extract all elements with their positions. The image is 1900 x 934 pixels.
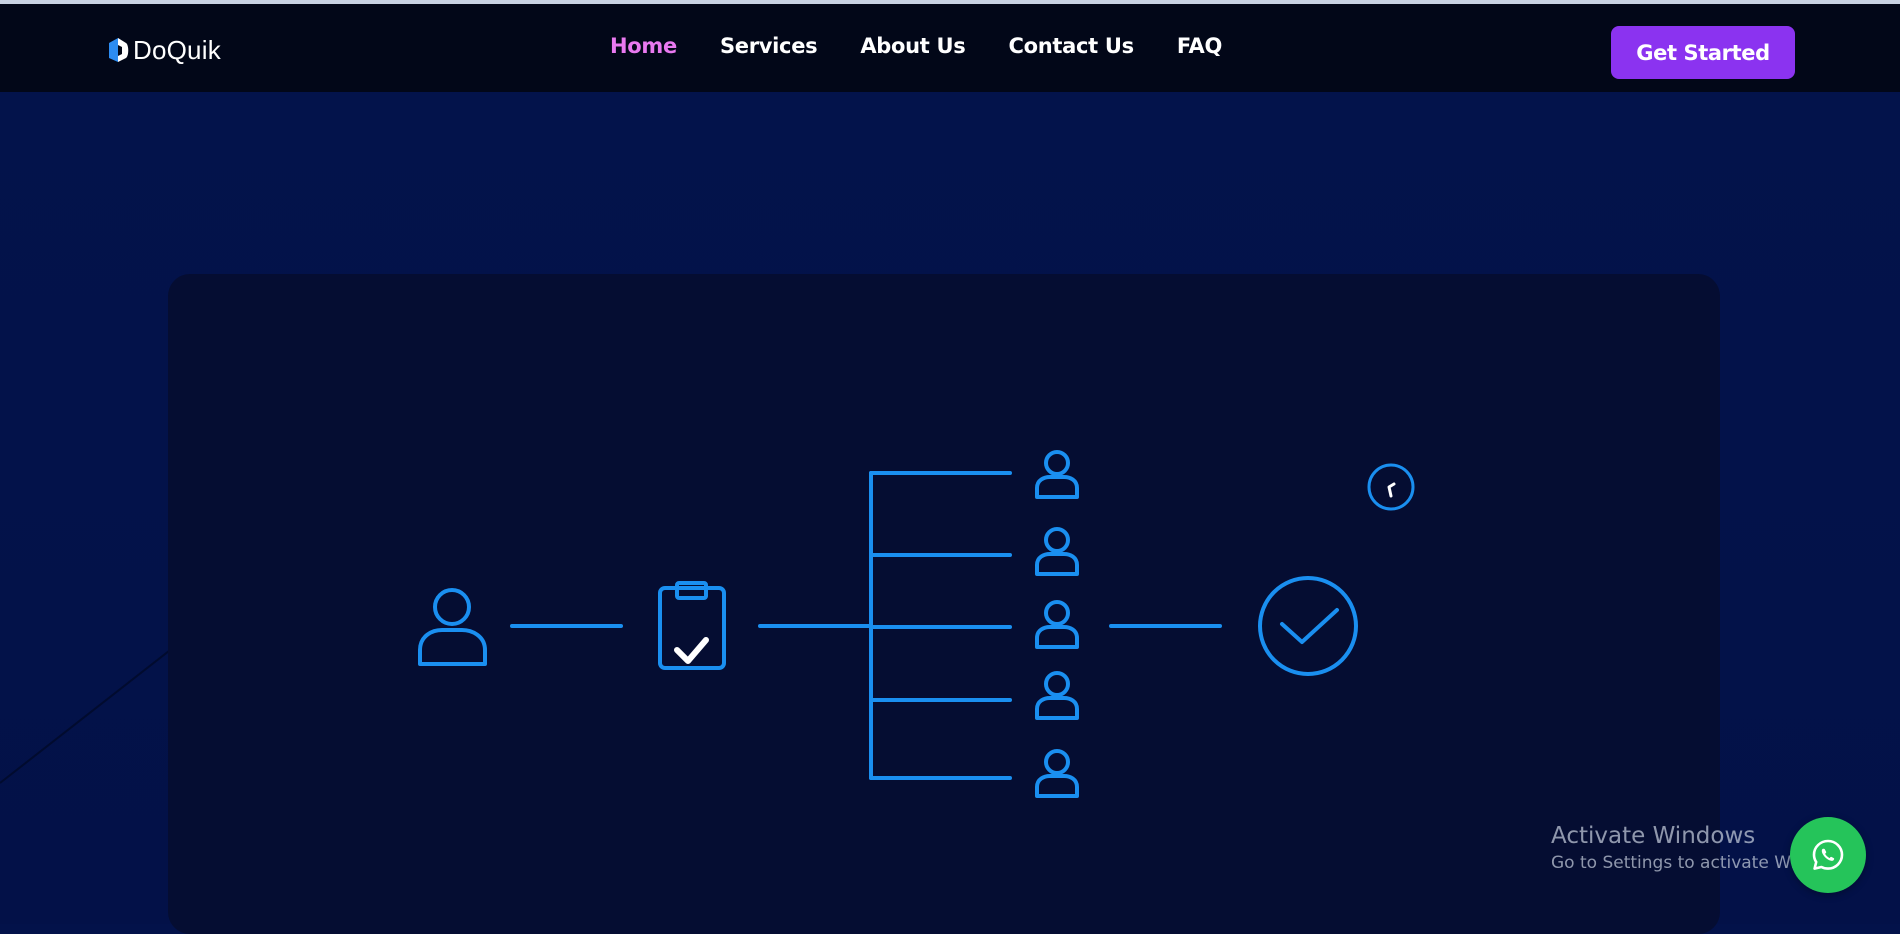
team-tree-lines <box>869 471 1012 780</box>
whatsapp-chat-button[interactable] <box>1790 817 1866 893</box>
team-member-icon <box>1035 671 1079 720</box>
whatsapp-icon <box>1812 839 1844 870</box>
workflow-diagram <box>418 450 1415 798</box>
completed-check-circle-icon <box>1258 576 1358 676</box>
team-member-icon <box>1035 600 1079 649</box>
team-member-icon <box>1035 527 1079 576</box>
clipboard-check-icon <box>658 581 726 670</box>
team-member-icon <box>1035 749 1079 798</box>
client-user-icon <box>418 588 487 666</box>
clock-icon <box>1367 463 1415 511</box>
team-member-icon <box>1035 450 1079 499</box>
